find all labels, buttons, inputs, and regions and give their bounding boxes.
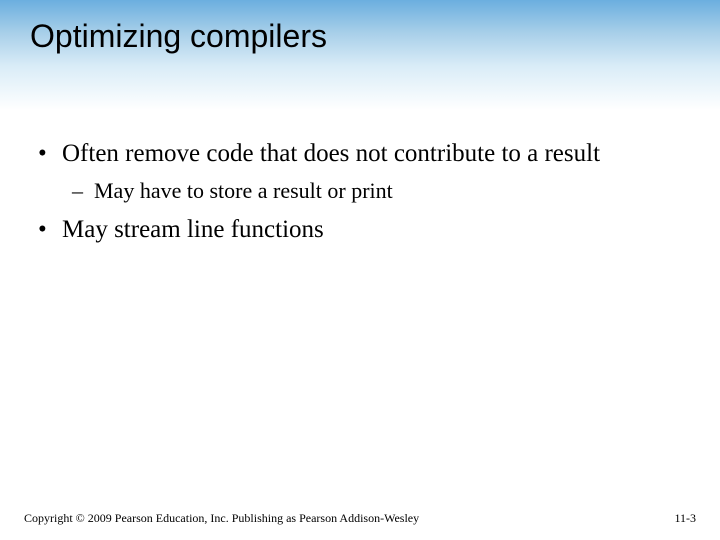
slide-footer: Copyright © 2009 Pearson Education, Inc.…	[0, 511, 720, 526]
copyright-text: Copyright © 2009 Pearson Education, Inc.…	[24, 511, 419, 526]
slide-header: Optimizing compilers	[0, 0, 720, 110]
bullet-item: May stream line functions	[36, 214, 684, 245]
slide-content: Often remove code that does not contribu…	[0, 110, 720, 245]
bullet-item: Often remove code that does not contribu…	[36, 138, 684, 169]
slide-title: Optimizing compilers	[30, 18, 720, 55]
bullet-item: May have to store a result or print	[36, 177, 684, 206]
page-number: 11-3	[674, 511, 696, 526]
